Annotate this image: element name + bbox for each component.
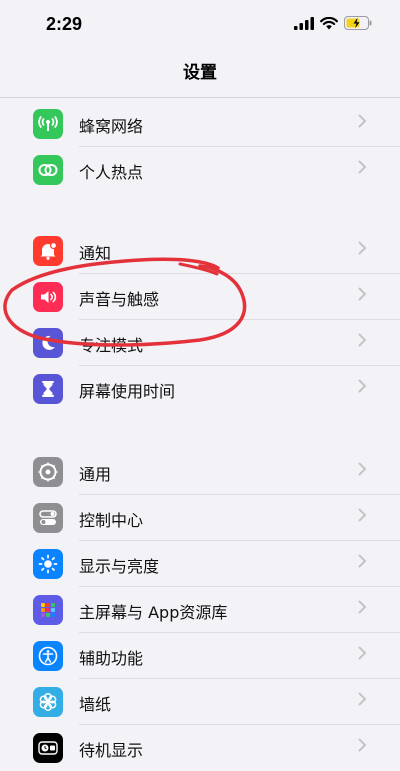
chevron-right-icon — [358, 692, 367, 706]
chevron-right-icon — [358, 738, 367, 752]
status-bar: 2:29 — [0, 0, 400, 54]
settings-row-label: 显示与亮度 — [79, 557, 160, 576]
page-title: 设置 — [183, 63, 217, 83]
settings-row-label: 个人热点 — [79, 163, 144, 182]
settings-row-focus[interactable]: 专注模式 — [0, 320, 400, 366]
settings-row-label: 辅助功能 — [79, 649, 144, 668]
chevron-right-icon — [358, 508, 367, 522]
hotspot-link-icon — [33, 155, 63, 185]
moon-icon — [33, 328, 63, 358]
settings-group-general: 通用 控制中心 显示与亮度 主屏幕与 App资源库 辅助功能 墙纸 待机显示 — [0, 449, 400, 771]
chevron-right-icon — [358, 646, 367, 660]
chevron-right-icon — [358, 600, 367, 614]
settings-row-label: 待机显示 — [79, 741, 144, 760]
cellular-signal-icon — [294, 16, 314, 30]
chevron-right-icon — [358, 114, 367, 128]
settings-row-label: 专注模式 — [79, 336, 144, 355]
accessibility-person-icon — [33, 641, 63, 671]
chevron-right-icon — [358, 379, 367, 393]
settings-row-display[interactable]: 显示与亮度 — [0, 541, 400, 587]
toggles-icon — [33, 503, 63, 533]
sun-brightness-icon — [33, 549, 63, 579]
chevron-right-icon — [358, 287, 367, 301]
settings-row-label: 屏幕使用时间 — [79, 382, 176, 401]
settings-row-accessibility[interactable]: 辅助功能 — [0, 633, 400, 679]
settings-row-control-center[interactable]: 控制中心 — [0, 495, 400, 541]
settings-row-label: 墙纸 — [79, 695, 112, 714]
settings-row-label: 主屏幕与 App资源库 — [79, 603, 228, 622]
speaker-volume-icon — [33, 282, 63, 312]
settings-row-standby[interactable]: 待机显示 — [0, 725, 400, 771]
settings-row-wallpaper[interactable]: 墙纸 — [0, 679, 400, 725]
chevron-right-icon — [358, 241, 367, 255]
flower-wallpaper-icon — [33, 687, 63, 717]
gear-icon — [33, 457, 63, 487]
settings-row-label: 控制中心 — [79, 511, 144, 530]
chevron-right-icon — [358, 554, 367, 568]
battery-charging-icon — [344, 16, 372, 30]
nav-divider — [0, 97, 400, 98]
settings-group-notifications: 通知 声音与触感 专注模式 屏幕使用时间 — [0, 228, 400, 412]
settings-row-label: 通知 — [79, 244, 112, 263]
settings-group-network: 蜂窝网络 个人热点 — [0, 101, 400, 193]
settings-row-cellular[interactable]: 蜂窝网络 — [0, 101, 400, 147]
standby-clock-icon — [33, 733, 63, 763]
settings-row-general[interactable]: 通用 — [0, 449, 400, 495]
hourglass-icon — [33, 374, 63, 404]
status-time: 2:29 — [46, 14, 83, 34]
settings-row-screen-time[interactable]: 屏幕使用时间 — [0, 366, 400, 412]
bell-notification-icon — [33, 236, 63, 266]
chevron-right-icon — [358, 333, 367, 347]
status-icons — [294, 16, 372, 30]
settings-row-hotspot[interactable]: 个人热点 — [0, 147, 400, 193]
settings-row-label: 蜂窝网络 — [79, 117, 144, 136]
settings-row-home-screen[interactable]: 主屏幕与 App资源库 — [0, 587, 400, 633]
settings-row-label: 声音与触感 — [79, 290, 160, 309]
chevron-right-icon — [358, 462, 367, 476]
settings-row-label: 通用 — [79, 465, 112, 484]
chevron-right-icon — [358, 160, 367, 174]
cellular-antenna-icon — [33, 109, 63, 139]
settings-row-sounds[interactable]: 声音与触感 — [0, 274, 400, 320]
wifi-icon — [320, 16, 338, 29]
settings-row-notifications[interactable]: 通知 — [0, 228, 400, 274]
app-grid-icon — [33, 595, 63, 625]
